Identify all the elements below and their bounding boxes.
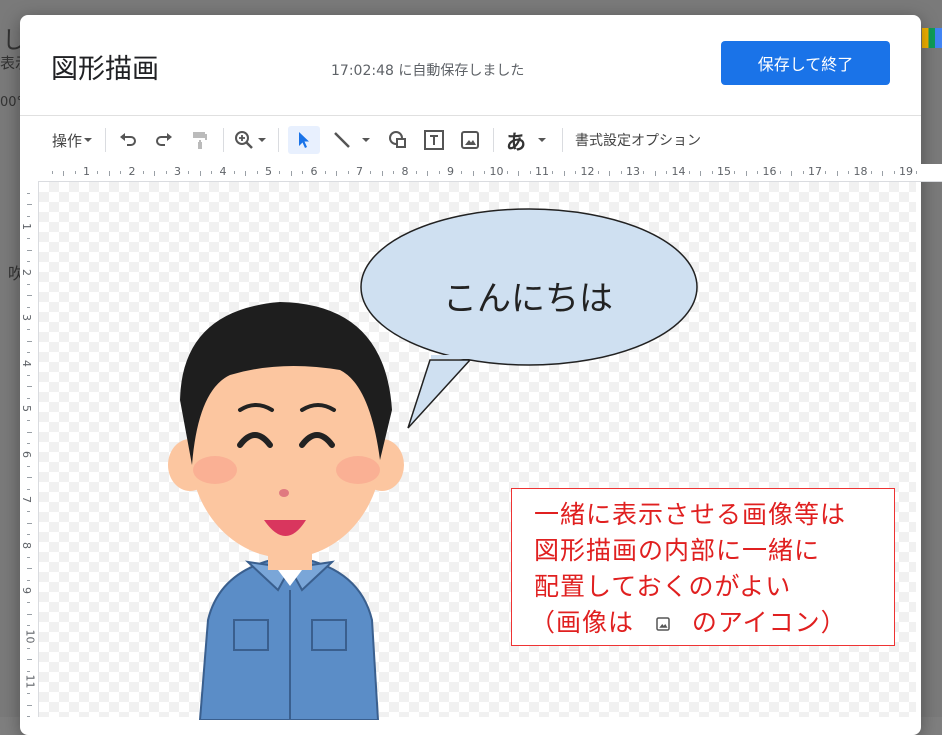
note-line: 図形描画の内部に一緒に [534, 536, 821, 565]
note-text: のアイコン） [691, 608, 847, 637]
image-icon [643, 610, 683, 639]
instruction-note[interactable]: 一緒に表示させる画像等は 図形描画の内部に一緒に 配置しておくのがよい （画像は… [511, 488, 895, 646]
note-text: （画像は [530, 608, 635, 637]
speech-text: こんにちは [443, 279, 613, 319]
note-line: （画像は のアイコン） [530, 603, 847, 639]
note-line: 一緒に表示させる画像等は [534, 500, 847, 529]
man-illustration[interactable] [160, 290, 420, 720]
note-line: 配置しておくのがよい [534, 572, 792, 601]
